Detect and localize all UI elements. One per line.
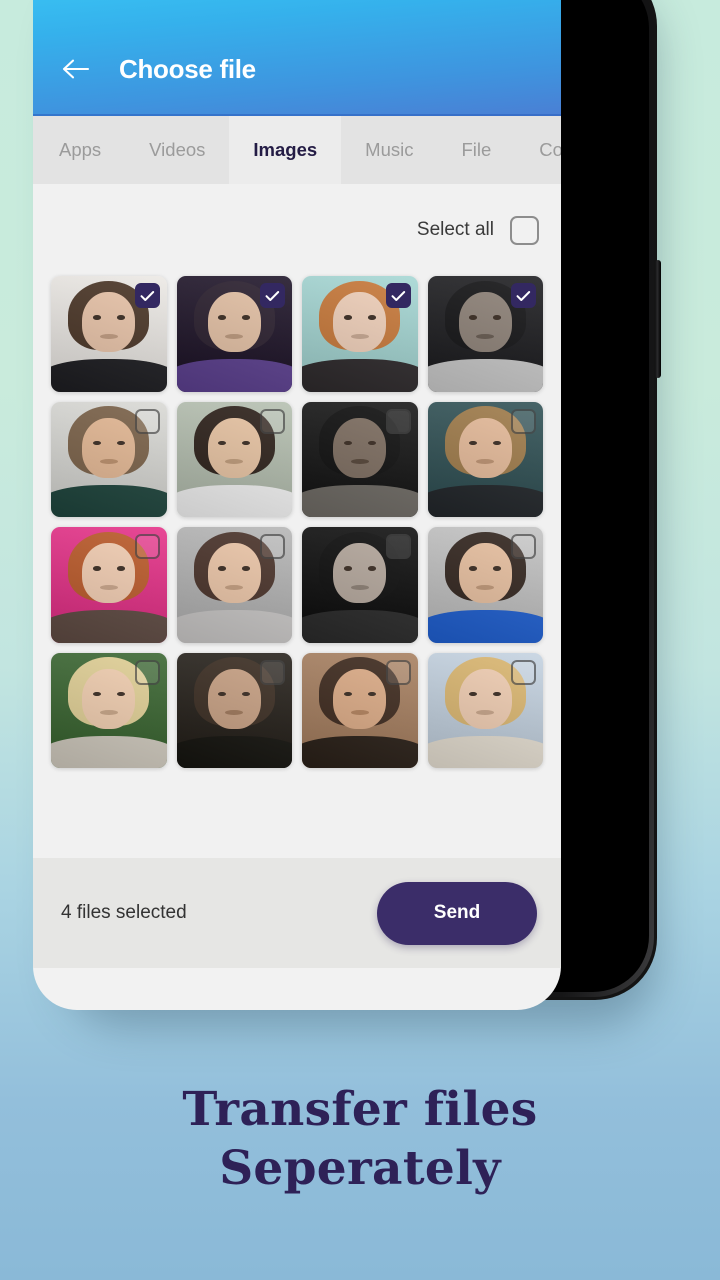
checkbox-unchecked-icon[interactable]: [134, 659, 160, 685]
photo-thumbnail[interactable]: [427, 276, 543, 392]
page-title: Choose file: [119, 53, 256, 84]
photo-thumbnail[interactable]: [51, 276, 167, 392]
checkbox-unchecked-icon[interactable]: [260, 659, 285, 685]
photo-thumbnail[interactable]: [51, 527, 167, 643]
photo-thumbnail[interactable]: [51, 652, 167, 768]
photo-thumbnail[interactable]: [176, 401, 292, 517]
checkbox-checked-icon[interactable]: [385, 283, 411, 308]
photo-thumbnail[interactable]: [176, 527, 292, 643]
tab-bar: Apps Videos Images Music File Conta: [33, 116, 561, 184]
caption-line-2: Seperately: [219, 1141, 501, 1196]
tab-contacts[interactable]: Conta: [515, 116, 561, 184]
photo-thumbnail[interactable]: [427, 652, 543, 768]
checkbox-unchecked-icon[interactable]: [385, 408, 411, 434]
checkbox-unchecked-icon[interactable]: [385, 659, 411, 685]
images-panel: Select all 4 files selected Send: [33, 184, 561, 968]
photo-thumbnail[interactable]: [176, 652, 292, 768]
photo-thumbnail[interactable]: [302, 652, 418, 768]
checkbox-unchecked-icon[interactable]: [510, 215, 539, 245]
promo-page: Choose file Apps Videos Images Music Fil…: [0, 0, 720, 1280]
checkbox-unchecked-icon[interactable]: [511, 408, 536, 434]
tab-file[interactable]: File: [437, 116, 515, 184]
bottom-action-bar: 4 files selected Send: [33, 858, 561, 968]
checkbox-unchecked-icon[interactable]: [511, 534, 536, 559]
promo-caption: Transfer files Seperately: [0, 1080, 720, 1198]
tab-music[interactable]: Music: [341, 116, 437, 184]
photo-thumbnail[interactable]: [427, 527, 543, 643]
checkbox-checked-icon[interactable]: [260, 283, 285, 308]
checkbox-unchecked-icon[interactable]: [134, 408, 160, 434]
photo-thumbnail[interactable]: [51, 401, 167, 517]
photo-thumbnail[interactable]: [302, 276, 418, 392]
select-all-label: Select all: [416, 219, 494, 240]
checkbox-unchecked-icon[interactable]: [511, 659, 536, 685]
phone-screen: Choose file Apps Videos Images Music Fil…: [33, 0, 561, 1010]
photo-thumbnail[interactable]: [302, 401, 418, 517]
checkbox-unchecked-icon[interactable]: [260, 534, 285, 559]
tab-videos[interactable]: Videos: [125, 116, 229, 184]
photo-thumbnail[interactable]: [302, 527, 418, 643]
photo-grid: [51, 276, 543, 768]
app-bar: Choose file: [33, 0, 561, 116]
checkbox-unchecked-icon[interactable]: [385, 534, 411, 559]
send-button[interactable]: Send: [377, 881, 537, 945]
tab-apps[interactable]: Apps: [55, 116, 125, 184]
caption-line-1: Transfer files: [182, 1082, 538, 1137]
select-all-row: Select all: [51, 184, 543, 276]
photo-thumbnail[interactable]: [176, 276, 292, 392]
power-button[interactable]: [655, 260, 661, 378]
selected-count-label: 4 files selected: [61, 902, 187, 923]
photo-thumbnail[interactable]: [427, 401, 543, 517]
checkbox-unchecked-icon[interactable]: [134, 534, 160, 559]
checkbox-checked-icon[interactable]: [511, 283, 536, 308]
checkbox-checked-icon[interactable]: [134, 283, 160, 308]
arrow-left-icon[interactable]: [55, 48, 97, 90]
checkbox-unchecked-icon[interactable]: [260, 408, 285, 434]
tab-images[interactable]: Images: [229, 116, 342, 184]
